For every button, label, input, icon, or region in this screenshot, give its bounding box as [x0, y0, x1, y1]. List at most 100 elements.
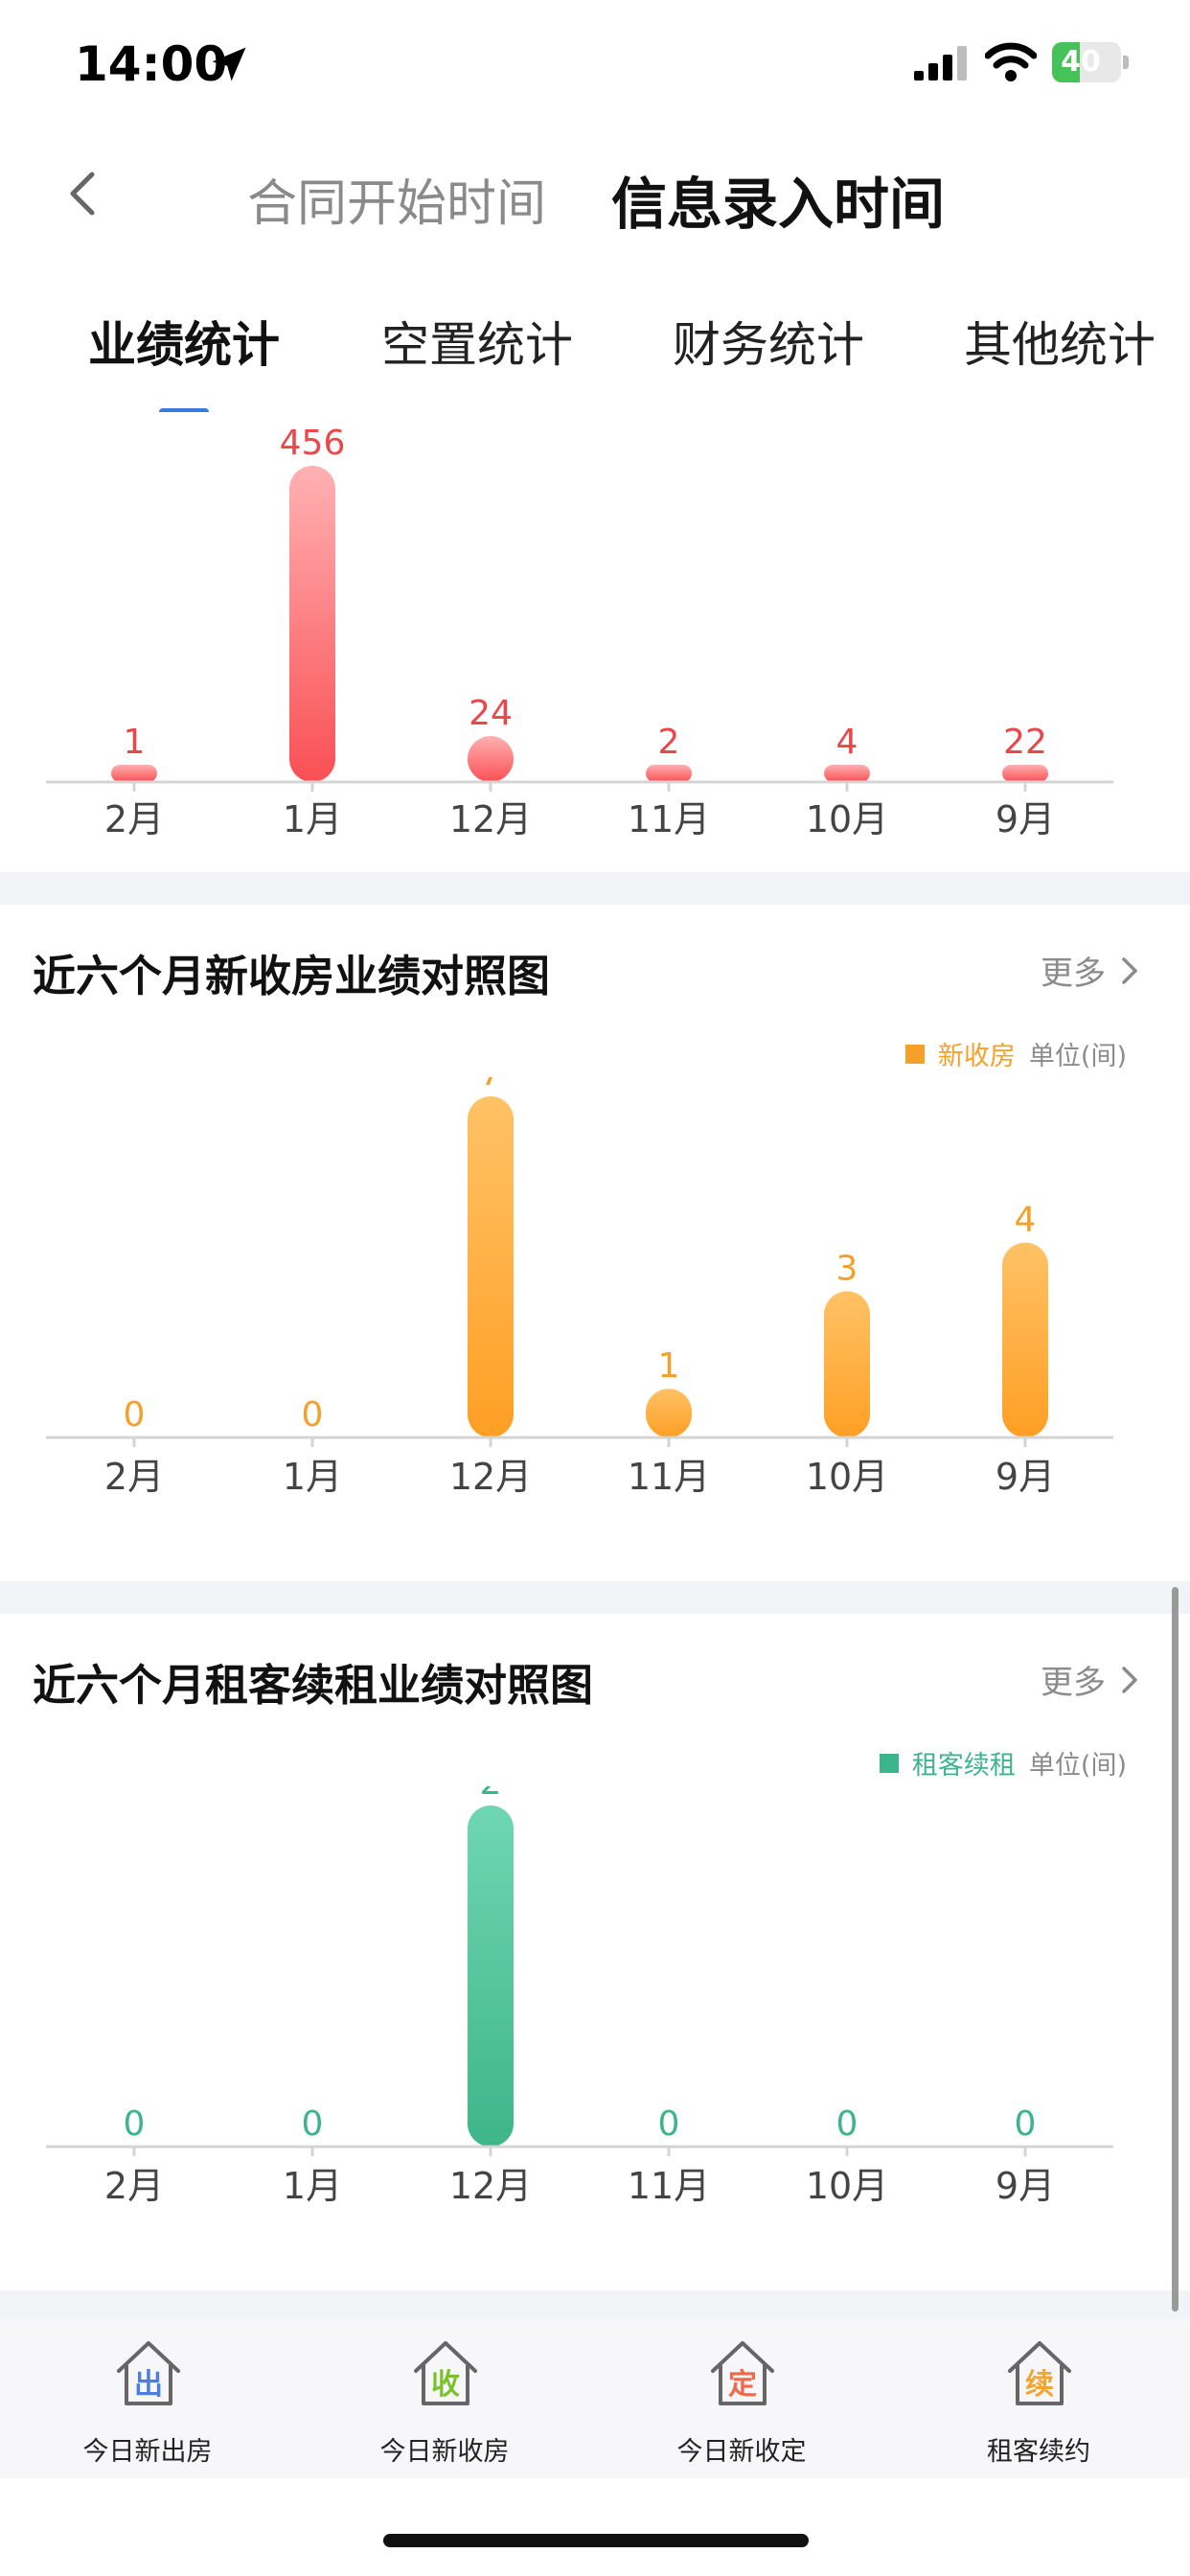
legend-unit: 单位(间)	[1028, 1042, 1127, 1071]
chart-bar	[468, 1096, 514, 1438]
home-indicator[interactable]	[383, 2534, 809, 2547]
chart-bar	[468, 736, 514, 782]
performance-chart-panel: 1 456 24 2 4 22 2月 1月 12月 11月 10月 9月	[0, 412, 1190, 872]
battery-indicator: 40	[1052, 42, 1129, 82]
bar-value-label: 0	[836, 2104, 858, 2144]
tab-finance-stats[interactable]: 财务统计	[673, 307, 864, 376]
tab-contract-start-time[interactable]: 合同开始时间	[247, 163, 546, 235]
new-house-chart-panel: 近六个月新收房业绩对照图 更多 新收房 单位(间) 0 0 7 1 3 4 2月 1月 12月 1…	[0, 905, 1190, 1581]
chart-bar	[824, 765, 870, 782]
x-tick-label: 1月	[283, 2165, 342, 2207]
x-tick-label: 2月	[104, 1456, 164, 1498]
svg-text:出: 出	[134, 2368, 163, 2402]
bottom-item-label: 租客续约	[987, 2437, 1090, 2467]
bar-value-label: 7	[480, 1077, 502, 1093]
chart-bar	[824, 1291, 870, 1438]
x-tick-label: 1月	[283, 1456, 342, 1498]
x-tick-label: 9月	[995, 1456, 1055, 1498]
x-tick-label: 11月	[628, 2165, 710, 2207]
status-time: 14:00	[75, 36, 228, 92]
chart-bar	[111, 765, 157, 782]
bar-value-label: 0	[124, 1395, 146, 1435]
chart-bar	[289, 466, 335, 782]
bar-value-label: 24	[469, 694, 513, 733]
chart-bar	[1002, 765, 1048, 782]
legend-swatch	[904, 1044, 925, 1064]
wifi-icon	[985, 42, 1037, 81]
legend-label: 新收房	[937, 1042, 1016, 1071]
panel-title-new-house: 近六个月新收房业绩对照图	[33, 951, 551, 1001]
x-tick-label: 10月	[806, 798, 888, 840]
bottom-item-house-renew[interactable]: 续租客续约	[924, 2338, 1154, 2472]
bottom-item-house-deposit[interactable]: 定今日新收定	[627, 2338, 857, 2472]
section-separator	[0, 1581, 1190, 1614]
legend-unit: 单位(间)	[1028, 1751, 1127, 1781]
bar-value-label: 0	[124, 2104, 146, 2144]
bar-value-label: 1	[124, 723, 146, 762]
tab-other-stats[interactable]: 其他统计	[964, 307, 1156, 376]
renewal-bar-chart: 0 0 2 0 0 0 2月 1月 12月 11月 10月 9月	[46, 1786, 1113, 2207]
status-bar: 14:00 40	[0, 0, 1190, 125]
x-tick-label: 2月	[104, 2165, 164, 2207]
chart-bar	[646, 765, 692, 782]
legend-swatch	[879, 1753, 899, 1773]
bar-value-label: 0	[1015, 2104, 1037, 2144]
house-out-icon: 出	[117, 2341, 180, 2405]
bar-value-label: 1	[658, 1346, 680, 1386]
category-tabs: 业绩统计 空置统计 财务统计 其他统计	[0, 307, 1190, 422]
svg-text:续: 续	[1025, 2368, 1054, 2402]
x-tick-label: 12月	[449, 2165, 532, 2207]
bar-value-label: 3	[836, 1249, 858, 1288]
tab-performance-stats[interactable]: 业绩统计	[88, 307, 280, 376]
x-tick-label: 12月	[449, 1456, 532, 1498]
chevron-right-icon	[1122, 1666, 1137, 1693]
chart-bar	[468, 1806, 514, 2147]
bar-value-label: 2	[658, 723, 680, 762]
x-tick-label: 10月	[806, 2165, 888, 2207]
more-label: 更多	[1041, 1664, 1106, 1702]
battery-body: 40	[1052, 42, 1121, 82]
x-tick-label: 10月	[806, 1456, 888, 1498]
section-separator	[0, 2290, 1190, 2319]
x-tick-label: 1月	[283, 798, 342, 840]
bar-value-label: 0	[302, 1395, 324, 1435]
house-in-icon: 收	[414, 2341, 477, 2405]
more-label: 更多	[1041, 954, 1106, 993]
x-tick-label: 12月	[449, 798, 532, 840]
more-link-renewal[interactable]: 更多	[1041, 1656, 1140, 1703]
house-deposit-icon: 定	[711, 2341, 774, 2405]
bottom-item-label: 今日新收定	[676, 2437, 807, 2467]
bottom-item-house-out[interactable]: 出今日新出房	[33, 2338, 263, 2472]
svg-text:定: 定	[728, 2368, 757, 2402]
bar-value-label: 0	[302, 2104, 324, 2144]
legend-renewal: 租客续租 单位(间)	[879, 1744, 1127, 1782]
bar-value-label: 22	[1003, 723, 1047, 762]
tab-info-entry-time[interactable]: 信息录入时间	[611, 159, 945, 240]
bottom-item-label: 今日新出房	[82, 2437, 213, 2467]
bar-value-label: 4	[836, 723, 858, 762]
scrollbar[interactable]	[1172, 1587, 1179, 2312]
more-link-new-house[interactable]: 更多	[1041, 947, 1140, 994]
battery-nub	[1123, 56, 1129, 69]
chart-bar	[646, 1389, 692, 1438]
chart-bar	[1002, 1242, 1048, 1438]
x-tick-label: 11月	[628, 1456, 710, 1498]
performance-bar-chart: 1456242 4 222月 1月 12月 11月 10月 9月	[46, 424, 1113, 840]
location-arrow-icon	[212, 47, 246, 81]
bottom-item-label: 今日新收房	[379, 2437, 510, 2467]
tab-vacancy-stats[interactable]: 空置统计	[381, 307, 573, 376]
x-tick-label: 9月	[995, 2165, 1055, 2207]
new-house-bar-chart: 0 0 7 1 3 4 2月 1月 12月 11月 10月 9月	[46, 1077, 1113, 1498]
battery-percent: 40	[1061, 45, 1101, 79]
legend-label: 租客续租	[911, 1751, 1016, 1781]
x-tick-label: 11月	[628, 798, 710, 840]
house-renew-icon: 续	[1008, 2341, 1071, 2405]
back-chevron-icon[interactable]	[56, 165, 113, 222]
bottom-action-bar: 出今日新出房收今日新收房定今日新收定续租客续约	[0, 2319, 1190, 2478]
bar-value-label: 0	[658, 2104, 680, 2144]
panel-title-renewal: 近六个月租客续租业绩对照图	[33, 1660, 594, 1711]
bottom-item-house-in[interactable]: 收今日新收房	[330, 2338, 560, 2472]
cellular-signal-icon	[914, 46, 967, 80]
section-separator	[0, 872, 1190, 905]
legend-new-house: 新收房 单位(间)	[904, 1035, 1127, 1072]
